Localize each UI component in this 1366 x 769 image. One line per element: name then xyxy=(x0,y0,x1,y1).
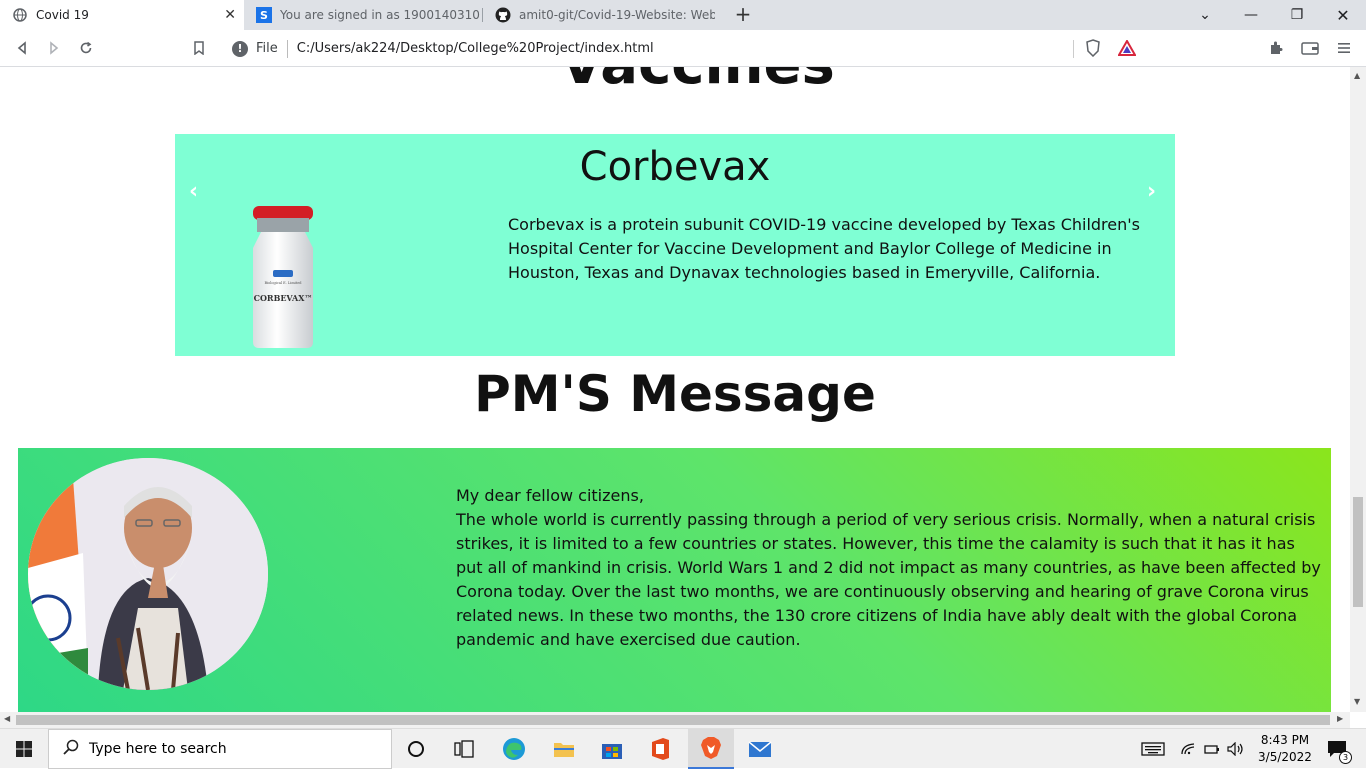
vaccines-heading: Vaccines xyxy=(560,67,835,97)
reload-button[interactable] xyxy=(74,36,98,60)
scroll-right-icon[interactable]: ▶ xyxy=(1337,714,1343,723)
close-window-button[interactable]: ✕ xyxy=(1320,0,1366,30)
clock-date: 3/5/2022 xyxy=(1258,750,1312,764)
tab-search-chevron-icon[interactable]: ⌄ xyxy=(1182,0,1228,30)
tab-signed-in[interactable]: S You are signed in as 1900140310027 xyxy=(244,0,482,30)
clock-time: 8:43 PM xyxy=(1260,733,1310,747)
wallet-icon[interactable] xyxy=(1298,36,1322,60)
carousel-next-button[interactable]: › xyxy=(1147,179,1156,204)
office-icon[interactable] xyxy=(646,735,674,763)
notification-count: 3 xyxy=(1339,751,1352,764)
microsoft-store-icon[interactable] xyxy=(598,735,626,763)
menu-icon[interactable] xyxy=(1332,36,1356,60)
battery-icon[interactable] xyxy=(1203,735,1221,763)
tab-covid-19[interactable]: Covid 19 ✕ xyxy=(0,0,244,30)
vertical-scrollbar[interactable]: ▲ ▼ xyxy=(1350,67,1366,712)
github-icon xyxy=(495,7,511,23)
forward-button[interactable] xyxy=(42,36,66,60)
windows-start-button[interactable] xyxy=(0,729,48,769)
vaccine-description: Corbevax is a protein subunit COVID-19 v… xyxy=(508,215,1140,282)
new-tab-button[interactable]: + xyxy=(733,4,753,26)
vertical-scroll-thumb[interactable] xyxy=(1353,497,1363,607)
windows-taskbar: Type here to search 8:43 PM 3/5/2022 3 xyxy=(0,728,1366,769)
pm-portrait-image xyxy=(28,458,268,690)
bookmark-icon[interactable] xyxy=(187,36,211,60)
corbevax-vial-image: Biological E. Limited CORBEVAX™ xyxy=(253,206,313,348)
back-button[interactable] xyxy=(10,36,34,60)
search-icon xyxy=(63,739,79,759)
restore-button[interactable]: ❐ xyxy=(1274,0,1320,30)
keyboard-icon[interactable] xyxy=(1140,735,1166,763)
tab-strip: Covid 19 ✕ S You are signed in as 190014… xyxy=(0,0,1366,30)
pm-greeting: My dear fellow citizens, xyxy=(456,486,644,505)
scheme-label: File xyxy=(256,41,278,56)
horizontal-scroll-thumb[interactable] xyxy=(16,715,1330,725)
carousel-title: Corbevax xyxy=(579,144,771,190)
tab-github[interactable]: amit0-git/Covid-19-Website: Website xyxy=(483,0,721,30)
tab-title: Covid 19 xyxy=(36,8,89,22)
globe-icon xyxy=(12,7,28,23)
pm-message-card: My dear fellow citizens, The whole world… xyxy=(18,448,1331,712)
s-logo-icon: S xyxy=(256,7,272,23)
edge-icon[interactable] xyxy=(500,735,528,763)
info-icon[interactable]: ! xyxy=(232,40,248,57)
vial-label: CORBEVAX™ xyxy=(254,293,313,303)
taskbar-clock[interactable]: 8:43 PM 3/5/2022 xyxy=(1250,732,1320,766)
page-viewport: Vaccines Corbevax ‹ › Biological E. Limi… xyxy=(0,67,1350,712)
tab-title: You are signed in as 1900140310027 xyxy=(280,8,480,22)
address-bar[interactable]: ! File C:/Users/ak224/Desktop/College%20… xyxy=(222,34,1146,63)
url-text[interactable]: C:/Users/ak224/Desktop/College%20Project… xyxy=(297,41,654,56)
scroll-left-icon[interactable]: ◀ xyxy=(4,714,10,723)
file-explorer-icon[interactable] xyxy=(550,735,578,763)
wifi-icon[interactable] xyxy=(1180,735,1196,763)
taskbar-search-box[interactable]: Type here to search xyxy=(48,729,392,769)
volume-icon[interactable] xyxy=(1226,735,1246,763)
scroll-up-icon[interactable]: ▲ xyxy=(1354,71,1360,80)
pm-message-body: The whole world is currently passing thr… xyxy=(456,510,1321,649)
cortana-icon[interactable] xyxy=(402,735,430,763)
browser-toolbar: ! File C:/Users/ak224/Desktop/College%20… xyxy=(0,30,1366,67)
vaccine-carousel: Corbevax ‹ › Biological E. Limited CORBE… xyxy=(175,134,1175,356)
scroll-down-icon[interactable]: ▼ xyxy=(1354,697,1360,706)
pm-message-heading: PM'S Message xyxy=(474,365,876,423)
mail-icon[interactable] xyxy=(746,735,774,763)
minimize-button[interactable]: — xyxy=(1228,0,1274,30)
extensions-icon[interactable] xyxy=(1264,36,1288,60)
vial-sub-label: Biological E. Limited xyxy=(264,281,302,285)
brave-taskbar-item[interactable] xyxy=(688,729,734,769)
brave-rewards-icon[interactable] xyxy=(1115,36,1139,60)
horizontal-scrollbar[interactable]: ◀ ▶ xyxy=(0,712,1350,728)
notification-center-icon[interactable]: 3 xyxy=(1320,735,1354,764)
close-tab-icon[interactable]: ✕ xyxy=(224,7,236,23)
brave-shield-icon[interactable] xyxy=(1081,36,1105,60)
tab-title: amit0-git/Covid-19-Website: Website xyxy=(519,8,715,22)
task-view-icon[interactable] xyxy=(450,735,478,763)
search-placeholder: Type here to search xyxy=(89,741,227,757)
pm-message-text: My dear fellow citizens, The whole world… xyxy=(456,484,1326,652)
carousel-prev-button[interactable]: ‹ xyxy=(189,179,198,204)
